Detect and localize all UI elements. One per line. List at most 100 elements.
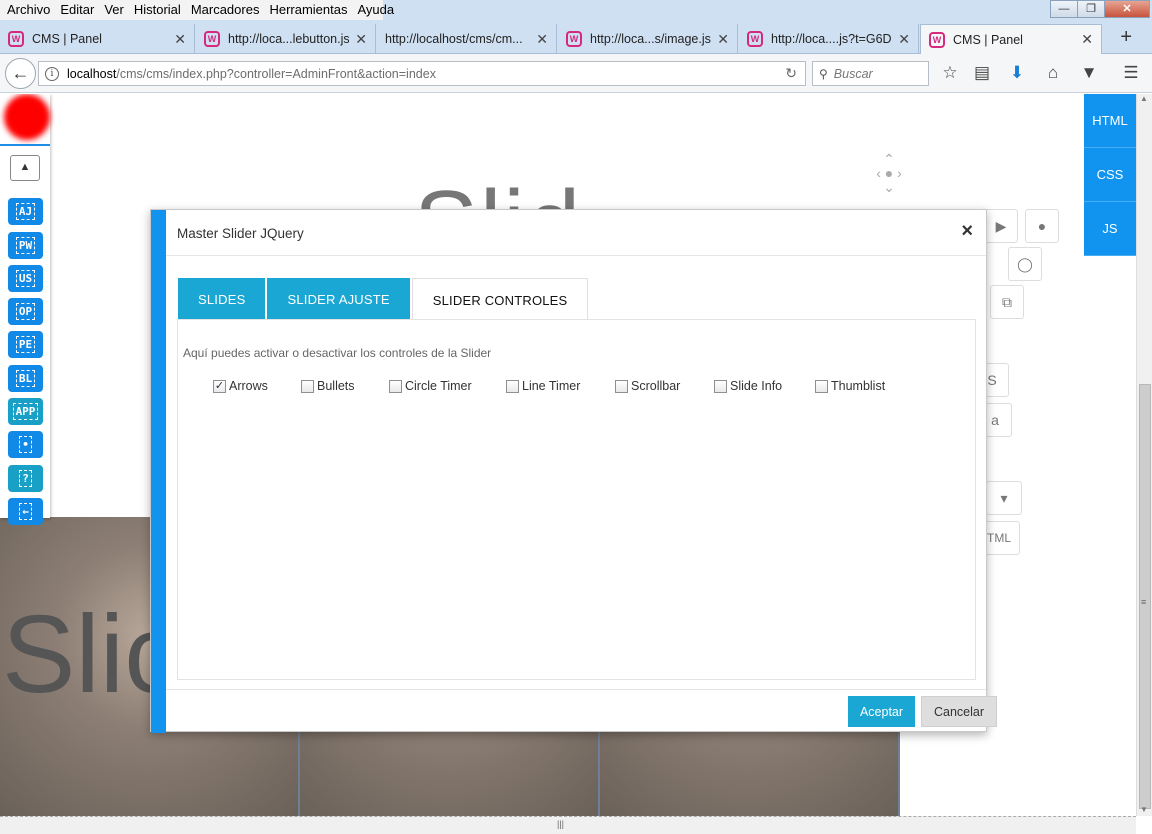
checkbox-checked-icon[interactable]: ✓ <box>213 379 226 393</box>
minimize-icon[interactable]: — <box>1050 0 1078 18</box>
modal-title: Master Slider JQuery <box>177 226 304 241</box>
toolbar-button-pw[interactable]: PW <box>8 232 43 259</box>
checkbox-thumblist[interactable]: Thumblist <box>815 379 905 393</box>
browser-tab-active[interactable]: W CMS | Panel ✕ <box>920 24 1102 54</box>
copy-icon[interactable]: ⧉ <box>990 285 1024 319</box>
toolbar-button-label: PW <box>15 237 36 254</box>
menu-ayuda[interactable]: Ayuda <box>352 0 399 20</box>
toolbar-button-label: US <box>15 270 36 287</box>
menu-archivo[interactable]: Archivo <box>2 0 55 20</box>
browser-tab[interactable]: W CMS | Panel ✕ <box>0 24 195 54</box>
toolbar-button-aj[interactable]: AJ <box>8 198 43 225</box>
toolbar-button-label: AJ <box>15 203 36 220</box>
tab-slider-ajuste[interactable]: SLIDER AJUSTE <box>267 278 410 319</box>
new-tab-icon[interactable]: + <box>1120 26 1132 49</box>
browser-tab[interactable]: W http://loca...lebutton.js ✕ <box>196 24 376 54</box>
toolbar-button-us[interactable]: US <box>8 265 43 292</box>
checkbox-label: Slide Info <box>730 379 783 393</box>
search-placeholder: Buscar <box>833 66 873 81</box>
toolbar-button-label: ? <box>19 470 32 487</box>
checkbox-slide-info[interactable]: Slide Info <box>714 379 815 393</box>
checkbox-label: Arrows <box>229 379 268 393</box>
globe-icon[interactable]: ◯ <box>1008 247 1042 281</box>
checkbox-circle-timer[interactable]: Circle Timer <box>389 379 506 393</box>
reload-icon[interactable]: ↻ <box>785 65 797 82</box>
menu-marcadores[interactable]: Marcadores <box>186 0 265 20</box>
bookmark-star-icon[interactable]: ☆ <box>939 63 961 83</box>
tab-close-icon[interactable]: ✕ <box>717 31 729 48</box>
home-icon[interactable]: ⌂ <box>1042 63 1064 83</box>
tab-close-icon[interactable]: ✕ <box>355 31 367 48</box>
scroll-up-icon[interactable]: ▲ <box>1140 94 1148 103</box>
modal-header: Master Slider JQuery × <box>166 210 986 256</box>
checkbox-icon[interactable] <box>714 379 727 393</box>
left-toolbar: ▲ AJ PW US OP PE BL APP • ? ← <box>0 94 50 525</box>
modal-tabs: SLIDES SLIDER AJUSTE SLIDER CONTROLES <box>178 278 590 320</box>
tab-close-icon[interactable]: ✕ <box>174 31 186 48</box>
url-bar[interactable]: i localhost/cms/cms/index.php?controller… <box>38 61 806 86</box>
css-tab[interactable]: CSS <box>1084 148 1136 202</box>
menu-historial[interactable]: Historial <box>129 0 186 20</box>
html-tab[interactable]: HTML <box>1084 94 1136 148</box>
map-pin-icon[interactable]: ● <box>1025 209 1059 243</box>
checkbox-icon[interactable] <box>615 379 628 393</box>
vertical-scrollbar[interactable]: ▲ ≡ ▼ <box>1136 94 1152 816</box>
scroll-down-icon[interactable]: ▼ <box>1140 805 1148 814</box>
menu-editar[interactable]: Editar <box>55 0 99 20</box>
checkbox-icon[interactable] <box>506 379 519 393</box>
checkbox-bullets[interactable]: Bullets <box>301 379 389 393</box>
horizontal-scrollbar[interactable]: ||| <box>0 816 1136 834</box>
tab-close-icon[interactable]: ✕ <box>898 31 910 48</box>
toolbar-button-pe[interactable]: PE <box>8 331 43 358</box>
toolbar-button-exit[interactable]: ← <box>8 498 43 525</box>
tab-panel-controles: Aquí puedes activar o desactivar los con… <box>177 319 976 680</box>
browser-tab[interactable]: W http://loca....js?t=G6DE ✕ <box>739 24 919 54</box>
accept-button[interactable]: Aceptar <box>848 696 915 727</box>
checkbox-line-timer[interactable]: Line Timer <box>506 379 615 393</box>
tab-close-icon[interactable]: ✕ <box>1081 31 1093 48</box>
info-icon[interactable]: i <box>45 66 59 81</box>
toolbar-button-label: ← <box>19 503 32 520</box>
browser-tab[interactable]: http://localhost/cms/cm... ✕ <box>377 24 557 54</box>
reading-list-icon[interactable]: ▤ <box>971 63 993 83</box>
url-path: /cms/cms/index.php?controller=AdminFront… <box>116 66 436 81</box>
browser-tab[interactable]: W http://loca...s/image.js ✕ <box>558 24 738 54</box>
cancel-button[interactable]: Cancelar <box>921 696 997 727</box>
toolbar-button-center[interactable]: • <box>8 431 43 458</box>
checkbox-label: Thumblist <box>831 379 886 393</box>
menu-herramientas[interactable]: Herramientas <box>264 0 352 20</box>
toolbar-button-help[interactable]: ? <box>8 465 43 492</box>
dropdown-caret-icon[interactable]: ▾ <box>986 481 1022 515</box>
sort-arrows-icon[interactable]: ▲ <box>10 155 40 181</box>
modal-accent-bar <box>151 210 166 733</box>
checkbox-icon[interactable] <box>389 379 402 393</box>
checkbox-icon[interactable] <box>301 379 314 393</box>
site-favicon-icon: W <box>566 31 582 47</box>
toolbar-button-label: OP <box>15 303 36 320</box>
search-input[interactable]: ⚲ Buscar <box>812 61 929 86</box>
restore-icon[interactable]: ❐ <box>1077 0 1105 18</box>
site-favicon-icon: W <box>747 31 763 47</box>
pocket-icon[interactable]: ▼ <box>1078 63 1100 83</box>
site-favicon-icon: W <box>204 31 220 47</box>
download-icon[interactable]: ⬇ <box>1006 63 1028 83</box>
tab-slider-controles[interactable]: SLIDER CONTROLES <box>411 278 589 320</box>
checkbox-icon[interactable] <box>815 379 828 393</box>
checkbox-scrollbar[interactable]: Scrollbar <box>615 379 714 393</box>
js-tab[interactable]: JS <box>1084 202 1136 256</box>
back-arrow-icon[interactable]: ← <box>5 58 36 89</box>
toolbar-button-op[interactable]: OP <box>8 298 43 325</box>
site-favicon-icon: W <box>8 31 24 47</box>
tab-close-icon[interactable]: ✕ <box>536 31 548 48</box>
slider-settings-modal: Master Slider JQuery × SLIDES SLIDER AJU… <box>150 209 997 733</box>
hamburger-menu-icon[interactable]: ☰ <box>1120 63 1142 83</box>
toolbar-button-app[interactable]: APP <box>8 398 43 425</box>
youtube-icon[interactable]: ▶ <box>984 209 1018 243</box>
toolbar-button-bl[interactable]: BL <box>8 365 43 392</box>
menu-ver[interactable]: Ver <box>99 0 129 20</box>
checkbox-arrows[interactable]: ✓ Arrows <box>213 379 301 393</box>
modal-close-icon[interactable]: × <box>961 219 973 243</box>
window-close-icon[interactable]: ✕ <box>1104 0 1150 18</box>
tab-slides[interactable]: SLIDES <box>178 278 266 319</box>
tab-title: http://localhost/cms/cm... <box>385 32 523 46</box>
